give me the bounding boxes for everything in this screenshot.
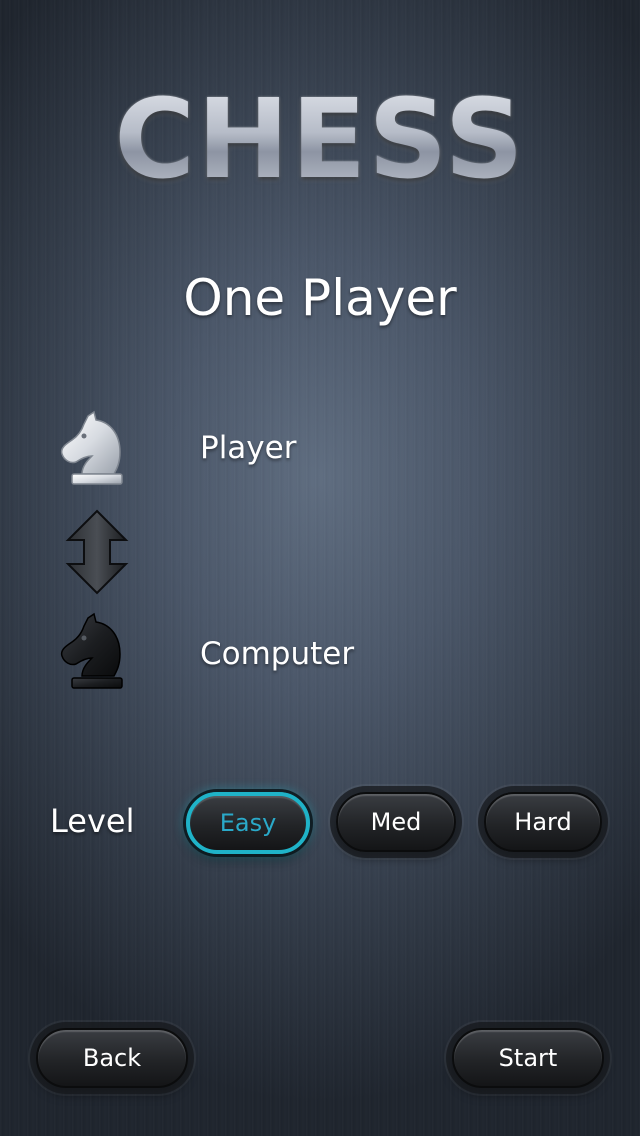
level-easy-button[interactable]: Easy [186, 792, 310, 854]
player-label: Player [200, 430, 297, 466]
white-knight-icon [58, 410, 130, 490]
level-hard-button[interactable]: Hard [484, 792, 602, 852]
level-label: Level [50, 802, 135, 840]
level-med-button[interactable]: Med [336, 792, 456, 852]
app-title: CHESS [0, 74, 640, 204]
start-button[interactable]: Start [452, 1028, 604, 1088]
swap-arrows-icon[interactable] [64, 508, 130, 596]
mode-title: One Player [183, 269, 457, 327]
black-knight-icon [58, 612, 130, 692]
back-button[interactable]: Back [36, 1028, 188, 1088]
computer-label: Computer [200, 636, 355, 672]
